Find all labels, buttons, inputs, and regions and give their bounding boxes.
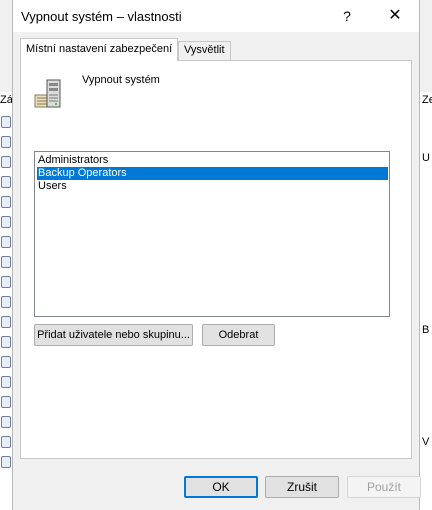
close-button[interactable]: ✕ [375,0,415,32]
background-text-fragment: Ze [422,94,432,106]
apply-button[interactable]: Použít [347,476,421,498]
title-bar[interactable]: Vypnout systém – vlastnosti ? ✕ [13,0,419,32]
policy-icon [1,296,11,308]
properties-dialog: Vypnout systém – vlastnosti ? ✕ Místní n… [12,0,421,510]
server-icon [34,79,61,108]
policy-icon [1,176,11,188]
tab-panel: Vypnout systém Administrators Backup Ope… [20,60,412,459]
policy-icon [1,316,11,328]
add-user-or-group-button[interactable]: Přidat uživatele nebo skupinu... [34,324,193,346]
policy-icon [1,456,11,468]
list-item-users[interactable]: Users [37,180,388,193]
background-window-right: Ze U B V [419,92,432,510]
ok-button[interactable]: OK [184,476,258,498]
dialog-footer: OK Zrušit Použít [13,460,421,510]
policy-icon [1,236,11,248]
background-text-fragment: V [422,436,430,448]
dialog-title: Vypnout systém – vlastnosti [21,9,182,24]
members-listbox[interactable]: Administrators Backup Operators Users [34,151,390,317]
policy-icon [1,276,11,288]
help-button[interactable]: ? [327,0,367,32]
policy-icon [1,156,11,168]
policy-icon [1,256,11,268]
policy-icon [1,396,11,408]
tab-local-security-setting[interactable]: Místní nastavení zabezpečení [20,38,179,61]
cancel-button[interactable]: Zrušit [265,476,339,498]
policy-icon [1,216,11,228]
background-text-fragment: B [422,324,430,336]
policy-icon [1,416,11,428]
policy-icon [1,356,11,368]
policy-icon [1,376,11,388]
policy-icon [1,196,11,208]
policy-icon [1,116,11,128]
list-item-backup-operators[interactable]: Backup Operators [37,167,388,180]
remove-button[interactable]: Odebrat [202,324,275,346]
policy-icon [1,436,11,448]
policy-icon [1,336,11,348]
list-item-administrators[interactable]: Administrators [37,154,388,167]
tab-explain[interactable]: Vysvětlit [178,41,231,60]
policy-icon [1,136,11,148]
background-text-fragment: U [422,152,430,164]
policy-name: Vypnout systém [82,74,160,86]
